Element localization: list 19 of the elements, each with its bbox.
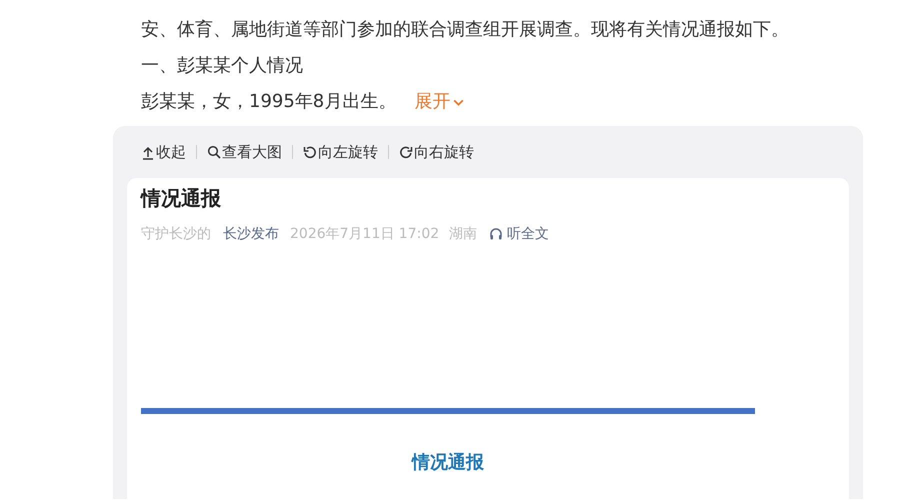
rotate-left-icon	[303, 144, 317, 160]
toolbar-button[interactable]: 收起	[141, 142, 186, 162]
toolbar-button[interactable]: 向左旋转	[303, 142, 378, 162]
document-heading: 情况通报	[410, 451, 485, 474]
toolbar-button[interactable]: 向右旋转	[399, 142, 474, 162]
listen-button[interactable]: 听全文	[489, 225, 550, 243]
source-link[interactable]: 长沙发布	[223, 225, 279, 243]
publish-date: 2026年7月11日 17:02	[290, 225, 440, 243]
collapse-icon	[141, 144, 155, 160]
paragraph-text: 彭某某，女，1995年8月出生。	[141, 90, 396, 114]
toolbar-button[interactable]: 查看大图	[207, 142, 282, 162]
headphones-icon	[489, 227, 504, 241]
rotate-right-icon	[399, 144, 413, 160]
paragraph-text: 一、彭某某个人情况	[141, 54, 303, 78]
author-name: 守护长沙的	[141, 225, 211, 243]
document-title: 情况通报	[141, 185, 222, 212]
search-icon	[207, 144, 221, 160]
paragraph-text: 安、体育、属地街道等部门参加的联合调查组开展调查。现将有关情况通报如下。	[141, 18, 789, 42]
location-text: 湖南	[449, 225, 478, 243]
